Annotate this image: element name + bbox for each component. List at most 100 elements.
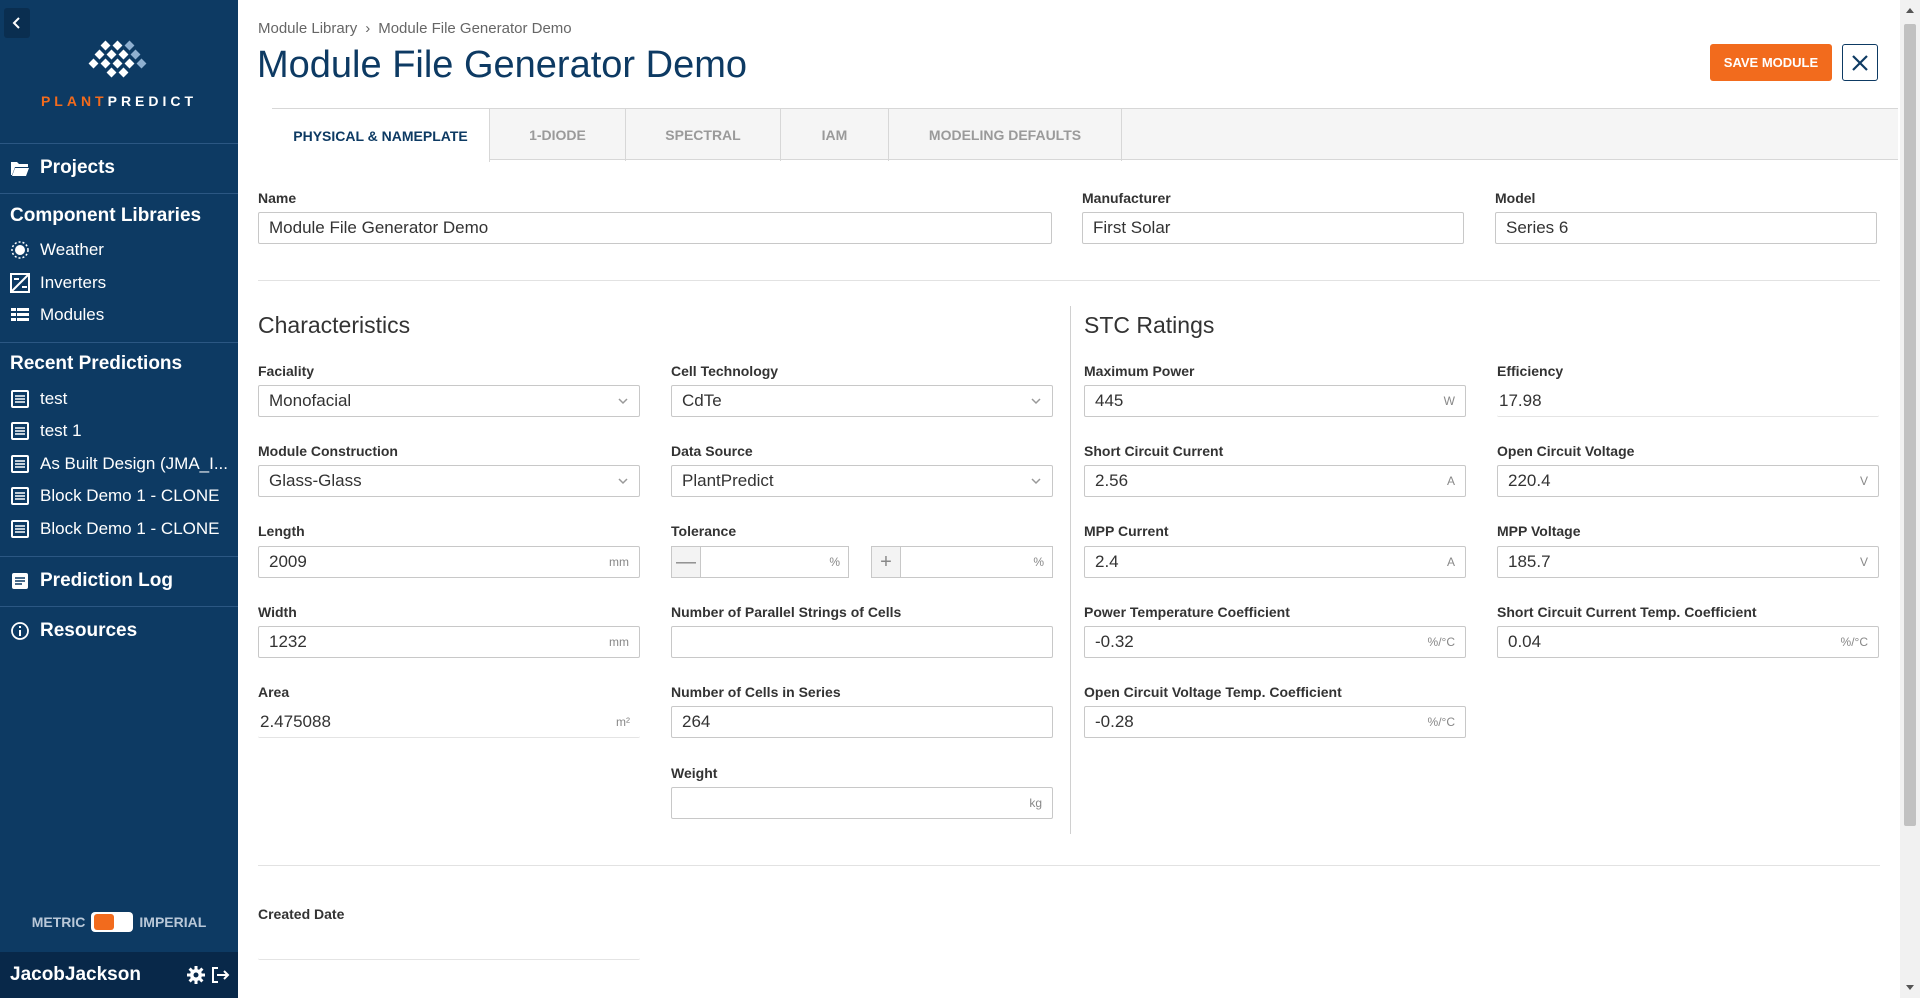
voc-temp-coef-input[interactable]: -0.28 %/°C: [1084, 706, 1466, 738]
field-unit: mm: [609, 555, 629, 569]
tab-physical-nameplate[interactable]: PHYSICAL & NAMEPLATE: [272, 109, 490, 162]
name-label: Name: [258, 190, 297, 206]
sidebar-item-recent[interactable]: Block Demo 1 - CLONE: [10, 519, 220, 539]
scroll-down-arrow[interactable]: [1900, 978, 1920, 996]
sidebar-item-inverters[interactable]: Inverters: [10, 273, 106, 293]
brand-wordmark: PLANTPREDICT: [0, 93, 238, 109]
tolerance-max-input[interactable]: %: [901, 546, 1053, 578]
mpp-current-label: MPP Current: [1084, 523, 1169, 539]
close-icon: [1852, 54, 1868, 71]
user-bar: JacobJackson: [0, 952, 238, 998]
tab-label: PHYSICAL & NAMEPLATE: [293, 127, 468, 144]
gear-icon[interactable]: [186, 965, 206, 985]
field-unit: A: [1446, 555, 1455, 569]
isc-temp-coef-input[interactable]: 0.04 %/°C: [1497, 626, 1879, 658]
logo-mark-icon: [88, 40, 147, 78]
mpp-voltage-input[interactable]: 185.7 V: [1497, 546, 1879, 578]
sidebar-item-label: Projects: [40, 157, 115, 178]
sidebar-item-modules[interactable]: Modules: [10, 305, 104, 325]
weight-input[interactable]: kg: [671, 787, 1053, 819]
brand-name-predict: PREDICT: [107, 93, 198, 109]
field-value: 17.98: [1499, 390, 1542, 410]
width-input[interactable]: 1232 mm: [258, 626, 640, 658]
unit-metric-label: METRIC: [31, 914, 86, 930]
length-input[interactable]: 2009 mm: [258, 546, 640, 578]
save-module-button[interactable]: SAVE MODULE: [1710, 44, 1832, 81]
tolerance-plus-button[interactable]: +: [871, 546, 901, 578]
name-input[interactable]: Module File Generator Demo: [258, 212, 1052, 244]
power-temp-coef-input[interactable]: -0.32 %/°C: [1084, 626, 1466, 658]
field-value: Monofacial: [269, 391, 352, 410]
faciality-select[interactable]: Monofacial: [258, 385, 640, 417]
collapse-sidebar-button[interactable]: [4, 8, 30, 38]
close-button[interactable]: [1842, 44, 1878, 81]
field-unit: %/°C: [1427, 635, 1455, 649]
area-label: Area: [258, 684, 290, 700]
chevron-down-icon: [1031, 398, 1041, 405]
data-source-select[interactable]: PlantPredict: [671, 465, 1053, 497]
field-value: CdTe: [682, 391, 722, 410]
tab-spectral[interactable]: SPECTRAL: [626, 109, 781, 161]
sidebar-section-component-libraries: Component Libraries: [10, 205, 201, 227]
unit-system-toggle: METRIC IMPERIAL: [0, 912, 238, 932]
mpp-current-input[interactable]: 2.4 A: [1084, 546, 1466, 578]
field-value: PlantPredict: [682, 471, 774, 490]
tab-modeling-defaults[interactable]: MODELING DEFAULTS: [889, 109, 1122, 161]
parallel-strings-input[interactable]: [671, 626, 1053, 658]
sidebar-item-projects[interactable]: Projects: [10, 157, 115, 179]
sidebar-item-recent[interactable]: test: [10, 389, 67, 409]
log-icon: [12, 573, 28, 589]
document-icon: [11, 487, 29, 505]
field-value: Glass-Glass: [269, 471, 362, 490]
module-construction-select[interactable]: Glass-Glass: [258, 465, 640, 497]
brand-logo[interactable]: PLANTPREDICT: [0, 40, 238, 109]
model-label: Model: [1495, 190, 1536, 206]
open-circuit-voltage-input[interactable]: 220.4 V: [1497, 465, 1879, 497]
efficiency-label: Efficiency: [1497, 363, 1564, 379]
created-date-label: Created Date: [258, 906, 345, 922]
field-value: -0.28: [1095, 712, 1134, 731]
sidebar-item-recent[interactable]: Block Demo 1 - CLONE: [10, 486, 220, 506]
column-divider: [1070, 306, 1071, 834]
sidebar-item-resources[interactable]: Resources: [10, 620, 137, 642]
logout-icon[interactable]: [210, 965, 230, 985]
sidebar-section-recent-predictions: Recent Predictions: [10, 353, 182, 375]
sidebar-item-label: Modules: [40, 305, 105, 324]
unit-toggle-switch[interactable]: [91, 912, 134, 932]
field-value: 264: [682, 712, 711, 731]
breadcrumb-link-module-library[interactable]: Module Library: [258, 20, 357, 37]
sidebar-item-recent[interactable]: test 1: [10, 421, 82, 441]
tab-iam[interactable]: IAM: [781, 109, 889, 161]
sidebar-item-recent[interactable]: As Built Design (JMA_I...: [10, 454, 228, 474]
sidebar-item-prediction-log[interactable]: Prediction Log: [10, 570, 173, 592]
page-title: Module File Generator Demo: [257, 44, 747, 86]
mpp-voltage-label: MPP Voltage: [1497, 523, 1581, 539]
manufacturer-input[interactable]: First Solar: [1082, 212, 1464, 244]
field-value: 2009: [269, 552, 307, 571]
field-unit: %: [829, 555, 840, 569]
sidebar-item-weather[interactable]: Weather: [10, 240, 104, 260]
document-icon: [11, 520, 29, 538]
tab-1-diode[interactable]: 1-DIODE: [490, 109, 626, 161]
sidebar-item-label: Prediction Log: [40, 570, 173, 591]
model-input[interactable]: Series 6: [1495, 212, 1877, 244]
cells-in-series-input[interactable]: 264: [671, 706, 1053, 738]
field-value: 1232: [269, 632, 307, 651]
length-label: Length: [258, 523, 305, 539]
brand-name-plant: PLANT: [40, 93, 108, 109]
tolerance-minus-button[interactable]: —: [671, 546, 701, 578]
stc-ratings-title: STC Ratings: [1084, 312, 1215, 338]
vertical-scrollbar[interactable]: [1900, 0, 1920, 998]
short-circuit-current-input[interactable]: 2.56 A: [1084, 465, 1466, 497]
max-power-input[interactable]: 445 W: [1084, 385, 1466, 417]
breadcrumb-current: Module File Generator Demo: [378, 20, 572, 37]
tolerance-min-input[interactable]: %: [701, 546, 849, 578]
field-unit: %: [1033, 555, 1044, 569]
cell-technology-select[interactable]: CdTe: [671, 385, 1053, 417]
main-content: Module Library › Module File Generator D…: [238, 0, 1900, 998]
scrollbar-thumb[interactable]: [1904, 24, 1916, 826]
field-unit: A: [1446, 474, 1455, 488]
field-value: 185.7: [1508, 552, 1551, 571]
module-construction-label: Module Construction: [258, 443, 398, 459]
scroll-up-arrow[interactable]: [1900, 2, 1920, 20]
